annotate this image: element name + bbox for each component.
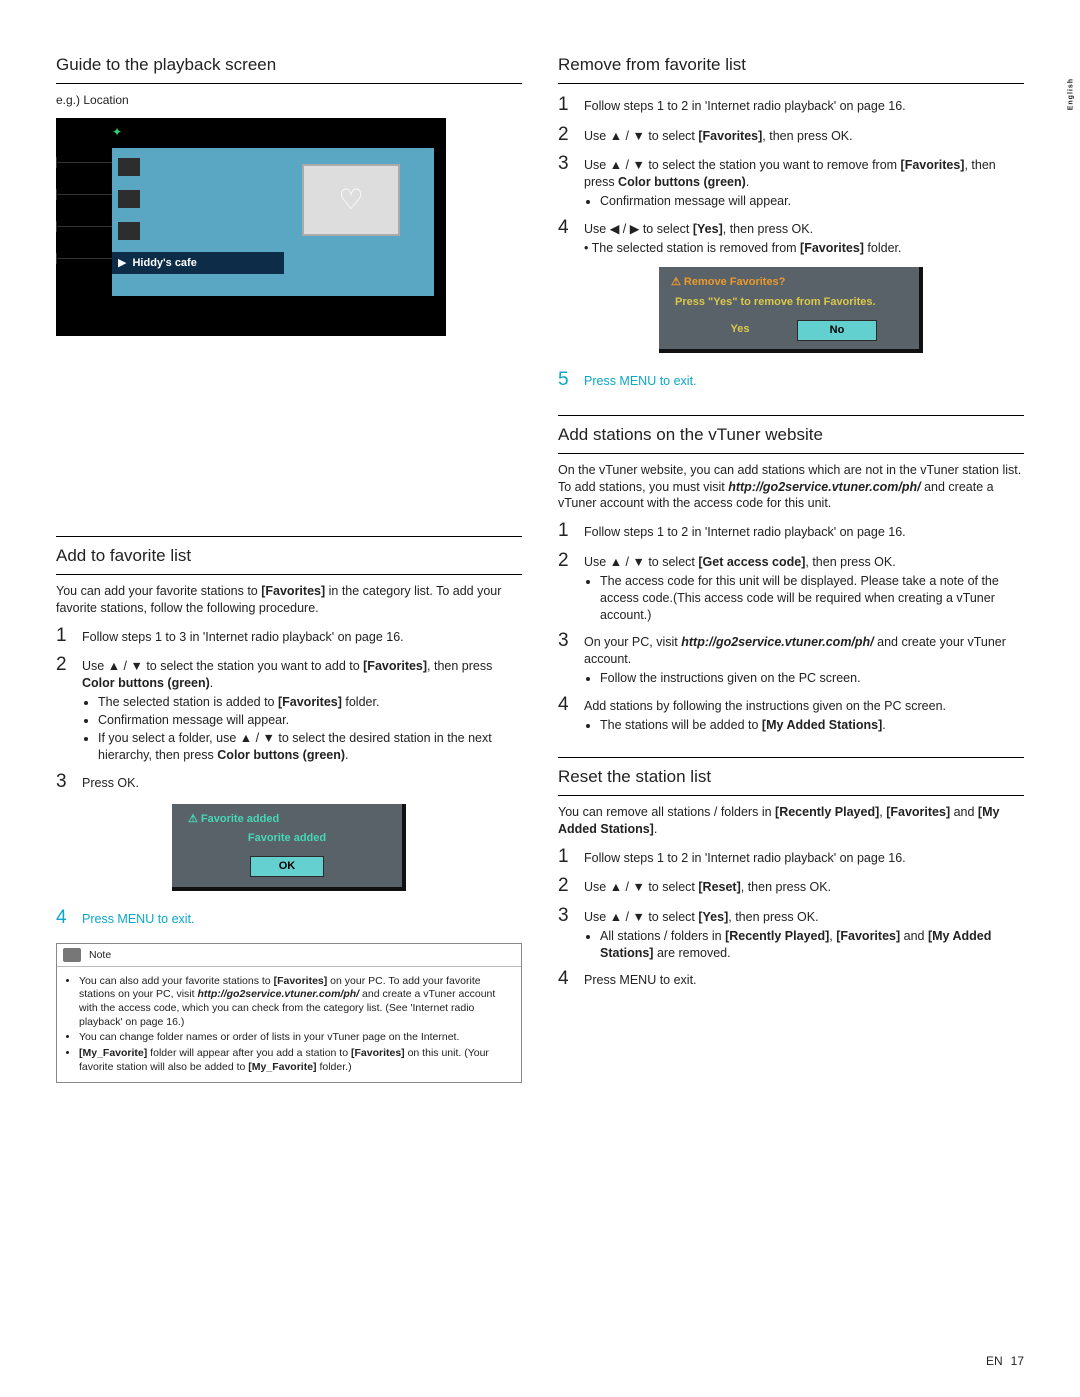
add-fav-step4: Press MENU to exit.: [82, 911, 522, 928]
note-item: You can also add your favorite stations …: [79, 975, 513, 1030]
add-favorite-intro: You can add your favorite stations to [F…: [56, 583, 522, 617]
language-tab: English: [1066, 78, 1075, 110]
step-number: 4: [56, 905, 72, 931]
step-number: 5: [558, 367, 574, 393]
dialog-subtitle: Favorite added: [180, 831, 394, 846]
rs-step4: Press MENU to exit.: [584, 972, 1024, 989]
rm-step4: Use ◀ / ▶ to select [Yes], then press OK…: [584, 221, 1024, 257]
step-number: 2: [558, 873, 574, 899]
eg-location-label: e.g.) Location: [56, 92, 522, 108]
step-number: 1: [558, 844, 574, 870]
reset-intro: You can remove all stations / folders in…: [558, 804, 1024, 838]
note-icon: [63, 948, 81, 962]
step-number: 1: [56, 623, 72, 649]
note-box: Note You can also add your favorite stat…: [56, 943, 522, 1084]
add-fav-step3: Press OK.: [82, 775, 522, 792]
rs-step2: Use ▲ / ▼ to select [Reset], then press …: [584, 879, 1024, 896]
guide-playback-heading: Guide to the playback screen: [56, 54, 522, 84]
add-favorite-heading: Add to favorite list: [56, 536, 522, 568]
rm-step3: Use ▲ / ▼ to select the station you want…: [584, 157, 1024, 211]
step-number: 4: [558, 215, 574, 241]
step-number: 4: [558, 966, 574, 992]
rm-step2: Use ▲ / ▼ to select [Favorites], then pr…: [584, 128, 1024, 145]
vtuner-intro: On the vTuner website, you can add stati…: [558, 462, 1024, 513]
step-number: 3: [56, 769, 72, 795]
remove-favorite-heading: Remove from favorite list: [558, 54, 1024, 84]
right-column: Remove from favorite list 1 Follow steps…: [558, 54, 1024, 1083]
note-item: You can change folder names or order of …: [79, 1031, 513, 1045]
step-number: 2: [558, 122, 574, 148]
rm-step5: Press MENU to exit.: [584, 373, 1024, 390]
favorite-added-dialog: ⚠ Favorite added Favorite added OK: [172, 804, 406, 891]
dialog-title: ⚠ Remove Favorites?: [671, 275, 911, 290]
dialog-message: Press "Yes" to remove from Favorites.: [675, 295, 911, 310]
selected-station-label: Hiddy's cafe: [132, 256, 196, 271]
note-item: [My_Favorite] folder will appear after y…: [79, 1047, 513, 1074]
vt-step1: Follow steps 1 to 2 in 'Internet radio p…: [584, 524, 1024, 541]
dialog-yes-button[interactable]: Yes: [701, 320, 779, 341]
vt-step4: Add stations by following the instructio…: [584, 698, 1024, 735]
page-footer: EN17: [986, 1353, 1024, 1369]
step-number: 1: [558, 518, 574, 544]
vt-step3: On your PC, visit http://go2service.vtun…: [584, 634, 1024, 688]
vt-step2: Use ▲ / ▼ to select [Get access code], t…: [584, 554, 1024, 625]
step-number: 2: [558, 548, 574, 574]
dialog-ok-button[interactable]: OK: [250, 856, 324, 877]
rm-step1: Follow steps 1 to 2 in 'Internet radio p…: [584, 98, 1024, 115]
step-number: 3: [558, 151, 574, 177]
rs-step3: Use ▲ / ▼ to select [Yes], then press OK…: [584, 909, 1024, 963]
step-number: 3: [558, 628, 574, 654]
step-number: 2: [56, 652, 72, 678]
step-number: 1: [558, 92, 574, 118]
add-fav-step2: Use ▲ / ▼ to select the station you want…: [82, 658, 522, 764]
reset-station-heading: Reset the station list: [558, 757, 1024, 789]
playback-screenshot: ✦ ♡ ▶ Hiddy's cafe: [56, 118, 446, 336]
note-label: Note: [89, 948, 111, 962]
rs-step1: Follow steps 1 to 2 in 'Internet radio p…: [584, 850, 1024, 867]
add-fav-step1: Follow steps 1 to 3 in 'Internet radio p…: [82, 629, 522, 646]
step-number: 3: [558, 903, 574, 929]
dialog-title: ⚠ Favorite added: [188, 812, 394, 827]
add-vtuner-heading: Add stations on the vTuner website: [558, 415, 1024, 447]
remove-favorites-dialog: ⚠ Remove Favorites? Press "Yes" to remov…: [659, 267, 923, 354]
left-column: Guide to the playback screen e.g.) Locat…: [56, 54, 522, 1083]
step-number: 4: [558, 692, 574, 718]
dialog-no-button[interactable]: No: [797, 320, 877, 341]
